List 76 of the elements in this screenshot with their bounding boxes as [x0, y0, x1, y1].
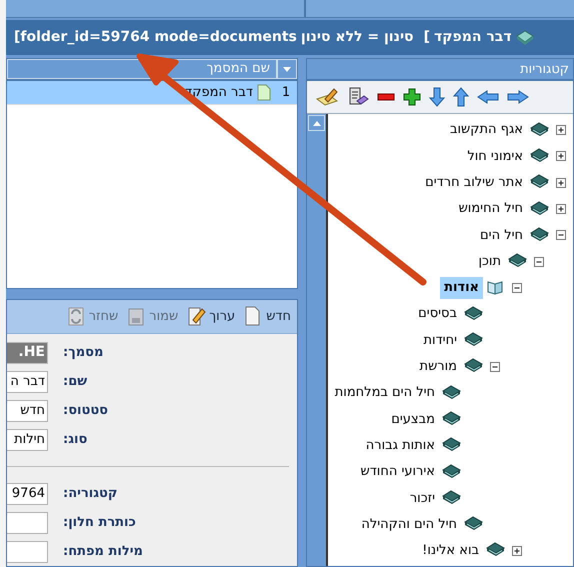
dropdown-button[interactable]: [277, 59, 297, 79]
book-icon: [530, 122, 549, 139]
book-icon: [530, 148, 549, 165]
panel-header: קטגוריות: [307, 59, 573, 81]
tree-item[interactable]: אגף התקשוב: [446, 120, 527, 140]
window-title: דבר המפקד: [434, 28, 512, 47]
book-icon: [530, 226, 549, 244]
expand-icon[interactable]: [512, 546, 522, 556]
save-icon: [126, 306, 146, 327]
tree-item[interactable]: חיל החימוש: [454, 199, 527, 219]
tree-item[interactable]: יחידות: [420, 330, 461, 350]
tree-item[interactable]: אימוני חול: [463, 146, 527, 166]
input-field[interactable]: חילות: [7, 428, 48, 450]
book-icon: [530, 200, 549, 218]
input-field[interactable]: חדש: [7, 400, 48, 422]
book-icon: [442, 410, 461, 428]
pencil-document-icon: [186, 306, 206, 327]
book-icon: [442, 464, 461, 480]
expand-icon[interactable]: [556, 204, 566, 214]
input-field[interactable]: .HE: [7, 342, 48, 364]
document-edit-icon[interactable]: [347, 87, 369, 107]
field-label: שם:: [63, 372, 88, 391]
remove-icon[interactable]: [377, 93, 395, 101]
tree-item[interactable]: מורשת: [416, 357, 461, 377]
caret-icon: [283, 66, 291, 72]
tree-item[interactable]: חיל הים: [476, 226, 527, 246]
tree-item[interactable]: בוא אלינו!: [418, 541, 483, 561]
pencil-note-icon[interactable]: [315, 87, 339, 107]
expand-icon[interactable]: [556, 151, 566, 162]
down-arrow-icon[interactable]: [429, 87, 445, 107]
input-field[interactable]: [7, 540, 48, 562]
tree-item[interactable]: חיל הים במלחמות: [330, 383, 439, 403]
title-filter: סינון = ללא סינון: [300, 28, 414, 47]
left-arrow-icon[interactable]: [477, 90, 499, 104]
tree-item[interactable]: יזכור: [406, 488, 439, 508]
title-bracket: [: [424, 28, 430, 47]
collapse-icon[interactable]: [512, 282, 522, 293]
tree-item[interactable]: חיל הים והקהילה: [357, 514, 461, 534]
book-icon: [442, 490, 461, 507]
refresh-icon: [66, 306, 86, 327]
input-field[interactable]: [7, 512, 48, 534]
tree-item[interactable]: אתר שילוב חרדים: [421, 172, 527, 192]
scrollbar[interactable]: [307, 114, 328, 566]
tree-item[interactable]: תוכן: [474, 252, 505, 272]
book-icon: [516, 30, 534, 46]
book-icon: [442, 384, 461, 402]
tree-item[interactable]: מבצעים: [387, 410, 439, 430]
tree-item[interactable]: אותות גבורה: [362, 436, 439, 456]
title-params: [folder_id=59764 mode=documents: [14, 28, 297, 47]
tree-item[interactable]: אירועי החודש: [356, 462, 439, 482]
open-book-icon: [486, 279, 505, 296]
scroll-up-button[interactable]: [308, 115, 325, 131]
field-label: מסמך:: [63, 344, 104, 362]
add-icon[interactable]: [403, 88, 421, 106]
up-arrow-icon[interactable]: [453, 87, 469, 107]
field-label: סוג:: [63, 430, 88, 449]
field-label: מילות מפתח:: [63, 542, 143, 561]
input-field[interactable]: 9764: [7, 482, 48, 504]
expand-icon[interactable]: [556, 178, 566, 188]
input-field[interactable]: דבר ה: [7, 370, 48, 392]
right-arrow-icon[interactable]: [507, 90, 529, 104]
field-label: סטטוס:: [63, 402, 108, 420]
collapse-icon[interactable]: [534, 256, 544, 267]
toolbar-button[interactable]: חדש: [241, 306, 293, 327]
caret-icon: [312, 120, 320, 126]
tree-item[interactable]: אודות: [440, 277, 483, 299]
row-number: 1: [280, 84, 292, 102]
field-label: כותרת חלון:: [63, 514, 136, 532]
book-icon: [464, 306, 483, 323]
field-label: קטגוריה:: [63, 484, 118, 503]
toolbar-button[interactable]: ערוך: [184, 306, 238, 327]
document-icon: [257, 84, 271, 101]
expand-icon[interactable]: [556, 125, 566, 136]
collapse-icon[interactable]: [556, 230, 566, 240]
tree-item[interactable]: בסיסים: [414, 304, 461, 324]
collapse-icon[interactable]: [490, 362, 500, 372]
